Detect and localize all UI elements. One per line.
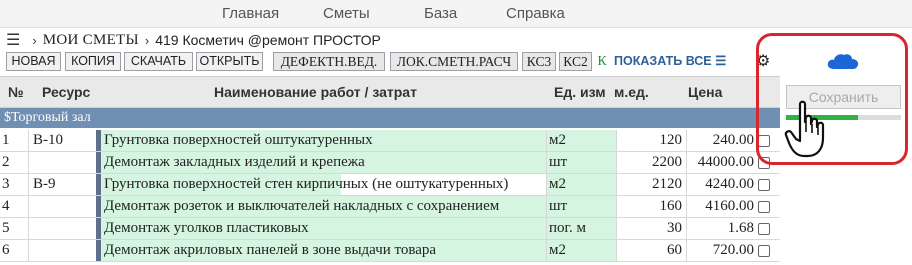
table-row[interactable]: 1 В-10 Грунтовка поверхностей оштукатуре…	[0, 130, 780, 152]
local-estimate-button[interactable]: ЛОК.СМЕТН.РАСЧ	[390, 52, 518, 71]
header-resource: Ресурс	[42, 84, 91, 100]
row-unit: шт	[546, 152, 616, 173]
k-button[interactable]: К	[595, 52, 609, 71]
row-num: 4	[2, 198, 10, 214]
row-unit: м2	[546, 130, 616, 151]
nav-item-home[interactable]: Главная	[222, 5, 279, 22]
top-nav: Главная Сметы База Справка	[0, 0, 912, 28]
row-name[interactable]: Демонтаж розеток и выключателей накладны…	[96, 196, 546, 217]
row-name[interactable]: Грунтовка поверхностей оштукатуренных	[96, 130, 546, 151]
row-num: 2	[2, 154, 10, 170]
row-unit: м2	[546, 240, 616, 261]
row-qty[interactable]: 2200	[616, 152, 686, 173]
nav-item-base[interactable]: База	[424, 5, 457, 22]
row-resource: В-9	[28, 174, 96, 195]
table-row[interactable]: 6 Демонтаж акриловых панелей в зоне выда…	[0, 240, 780, 262]
row-resource	[28, 196, 96, 217]
header-qty: м.ед.	[614, 84, 649, 100]
row-checkbox[interactable]	[758, 179, 770, 191]
show-all-button[interactable]: ПОКАЗАТЬ ВСЕ ☰	[614, 53, 726, 68]
row-unit: шт	[546, 196, 616, 217]
row-checkbox[interactable]	[758, 201, 770, 213]
row-qty[interactable]: 60	[616, 240, 686, 261]
breadcrumb-my-estimates[interactable]: МОИ СМЕТЫ	[43, 32, 139, 49]
row-unit: м2	[546, 174, 616, 195]
header-num: №	[8, 84, 24, 100]
row-resource	[28, 218, 96, 239]
table-header: № Ресурс Наименование работ / затрат Ед.…	[0, 76, 780, 108]
section-header: $Торговый зал	[0, 108, 780, 128]
table-row[interactable]: 2 Демонтаж закладных изделий и крепежа ш…	[0, 152, 780, 174]
row-name[interactable]: Демонтаж уголков пластиковых	[96, 218, 546, 239]
table-row[interactable]: 3 В-9 Грунтовка поверхностей стен кирпич…	[0, 174, 780, 196]
row-num: 6	[2, 242, 10, 258]
row-resource	[28, 240, 96, 261]
row-checkbox[interactable]	[758, 245, 770, 257]
ks2-button[interactable]: КС2	[559, 52, 592, 71]
row-unit: пог. м	[546, 218, 616, 239]
row-num: 3	[2, 176, 10, 192]
breadcrumb: ☰ › МОИ СМЕТЫ › 419 Косметич @ремонт ПРО…	[6, 30, 381, 50]
row-resource	[28, 152, 96, 173]
header-price: Цена	[688, 84, 723, 100]
table-row[interactable]: 5 Демонтаж уголков пластиковых пог. м 30…	[0, 218, 780, 240]
header-name: Наименование работ / затрат	[214, 84, 417, 100]
cloud-icon	[827, 54, 859, 69]
chevron-right-icon: ›	[32, 32, 37, 48]
nav-item-estimates[interactable]: Сметы	[323, 5, 370, 22]
row-price: 4240.00	[686, 174, 756, 195]
hand-pointer-icon	[784, 100, 825, 158]
row-name[interactable]: Грунтовка поверхностей стен кирпичных (н…	[96, 174, 546, 195]
row-price: 720.00	[686, 240, 756, 261]
open-button[interactable]: ОТКРЫТЬ	[196, 52, 263, 71]
row-qty[interactable]: 30	[616, 218, 686, 239]
toolbar: НОВАЯ КОПИЯ СКАЧАТЬ ОТКРЫТЬ ДЕФЕКТН.ВЕД.…	[6, 52, 770, 71]
nav-item-help[interactable]: Справка	[506, 5, 565, 22]
row-price: 44000.00	[686, 152, 756, 173]
download-button[interactable]: СКАЧАТЬ	[124, 52, 193, 71]
breadcrumb-project: 419 Косметич @ремонт ПРОСТОР	[155, 32, 381, 48]
hamburger-icon[interactable]: ☰	[6, 30, 20, 50]
row-name[interactable]: Демонтаж акриловых панелей в зоне выдачи…	[96, 240, 546, 261]
table-row[interactable]: 4 Демонтаж розеток и выключателей наклад…	[0, 196, 780, 218]
row-num: 5	[2, 220, 10, 236]
row-num: 1	[2, 132, 10, 148]
row-resource: В-10	[28, 130, 96, 151]
ks3-button[interactable]: КС3	[522, 52, 556, 71]
row-checkbox[interactable]	[758, 223, 770, 235]
row-qty[interactable]: 160	[616, 196, 686, 217]
row-name[interactable]: Демонтаж закладных изделий и крепежа	[96, 152, 546, 173]
row-price: 240.00	[686, 130, 756, 151]
new-button[interactable]: НОВАЯ	[6, 52, 61, 71]
chevron-right-icon: ›	[144, 32, 150, 48]
defect-statement-button[interactable]: ДЕФЕКТН.ВЕД.	[273, 52, 385, 71]
row-qty[interactable]: 120	[616, 130, 686, 151]
row-price: 4160.00	[686, 196, 756, 217]
header-unit: Ед. изм	[554, 84, 606, 100]
row-price: 1.68	[686, 218, 756, 239]
copy-button[interactable]: КОПИЯ	[65, 52, 121, 71]
row-qty[interactable]: 2120	[616, 174, 686, 195]
